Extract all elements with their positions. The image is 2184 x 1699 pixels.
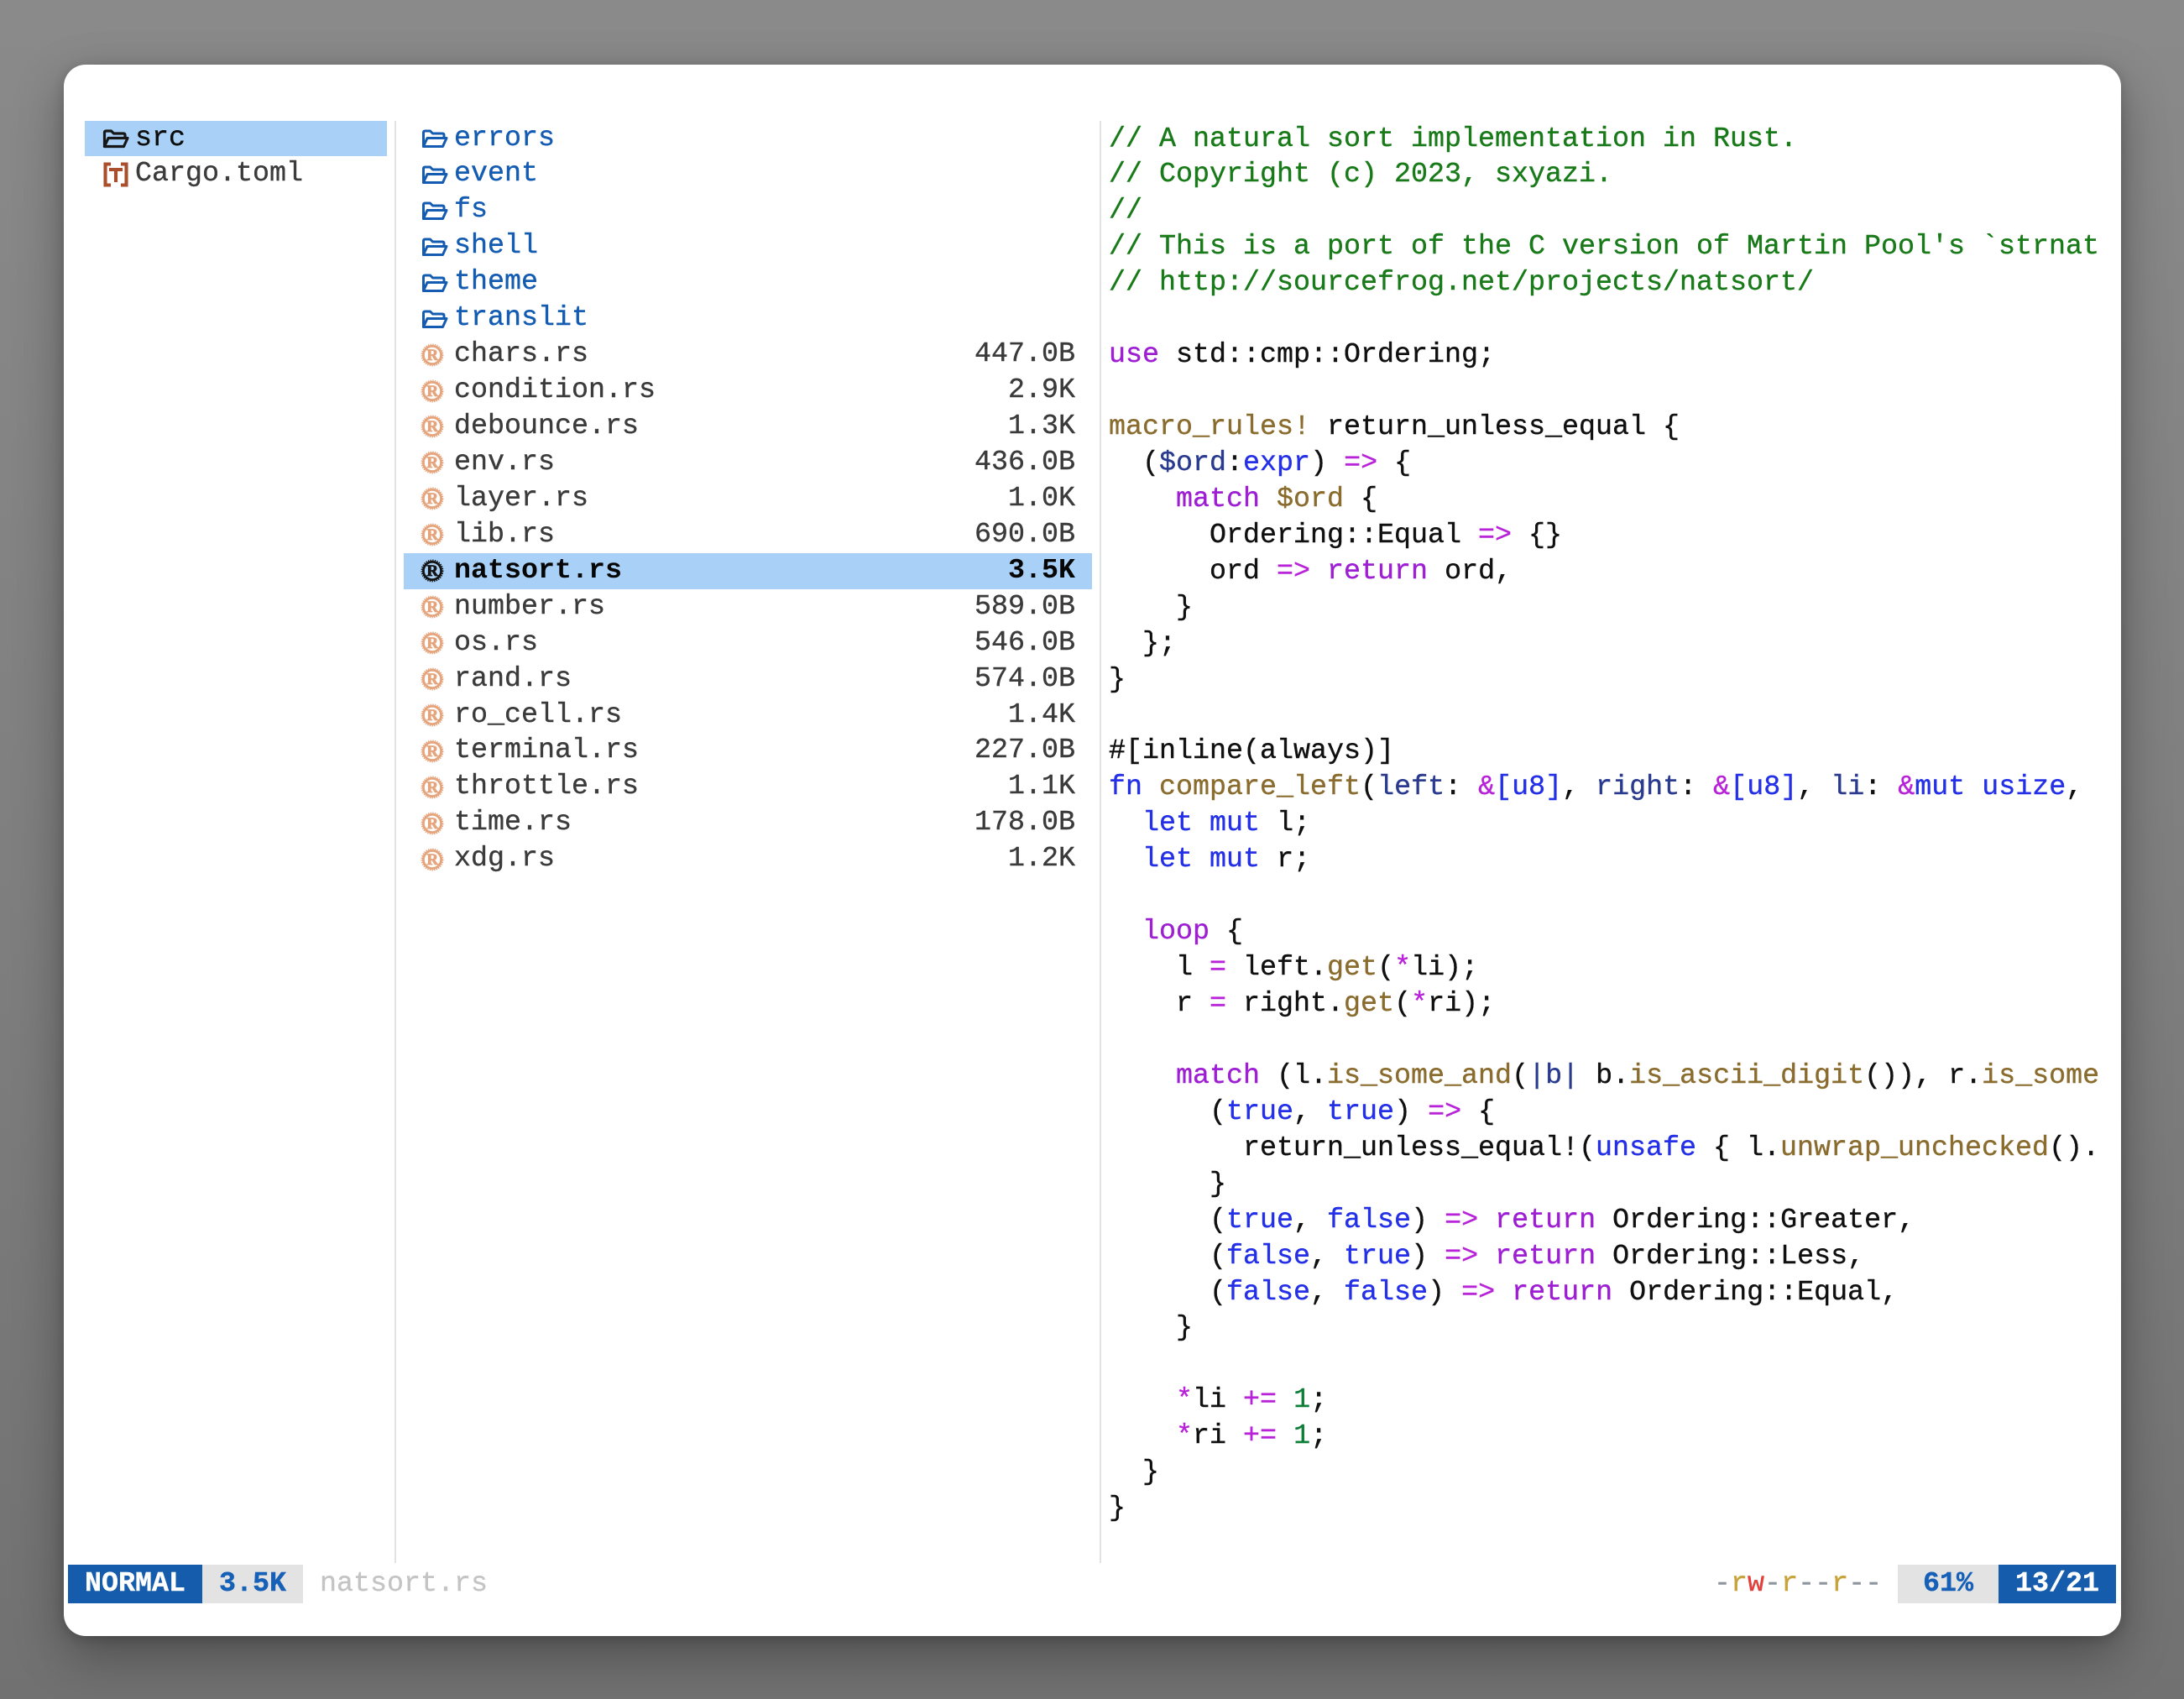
svg-text:R: R — [426, 779, 438, 797]
svg-text:R: R — [426, 743, 438, 761]
svg-text:R: R — [426, 599, 438, 616]
svg-text:R: R — [426, 455, 438, 473]
svg-text:R: R — [426, 526, 438, 544]
svg-text:R: R — [426, 419, 438, 437]
svg-text:R: R — [426, 671, 438, 688]
svg-text:R: R — [426, 707, 438, 724]
svg-text:R: R — [426, 491, 438, 509]
svg-text:R: R — [426, 347, 438, 364]
svg-text:R: R — [426, 815, 438, 833]
svg-text:R: R — [426, 562, 438, 580]
svg-text:R: R — [426, 383, 438, 400]
svg-text:R: R — [426, 851, 438, 869]
svg-text:R: R — [426, 635, 438, 652]
